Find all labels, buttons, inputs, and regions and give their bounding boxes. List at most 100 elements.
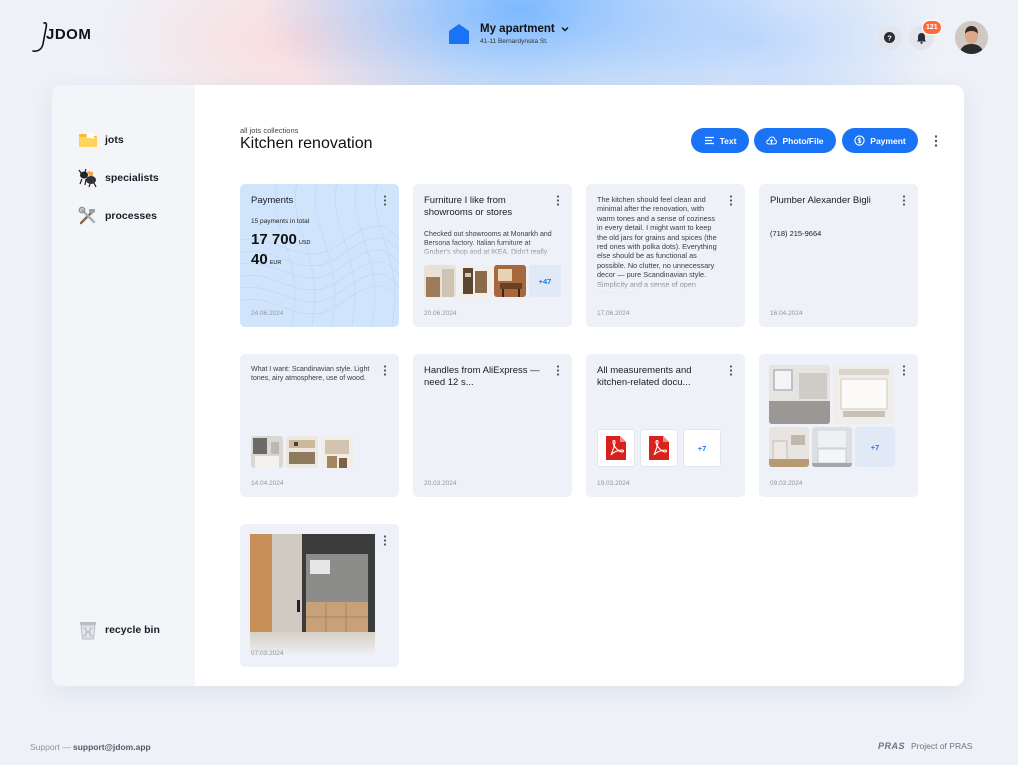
- card-menu-icon[interactable]: [729, 195, 733, 206]
- contact-card[interactable]: Plumber Alexander Bigli (718) 215-9664 1…: [759, 184, 918, 327]
- sidebar-item-recycle-bin[interactable]: recycle bin: [78, 620, 160, 640]
- payments-count: 15 payments in total: [251, 218, 310, 225]
- thumbnail-image[interactable]: [251, 436, 283, 468]
- card-text: What I want: Scandinavian style. Light t…: [251, 366, 370, 383]
- thumbnail-row: +47: [424, 265, 561, 297]
- card-menu-icon[interactable]: [902, 195, 906, 206]
- photo-card[interactable]: 07.03.2024: [240, 524, 399, 667]
- thumbnail-image[interactable]: [812, 427, 852, 467]
- thumbnail-row: [251, 436, 356, 468]
- add-photo-file-label: Photo/File: [782, 135, 824, 146]
- pdf-file[interactable]: [640, 429, 678, 467]
- card-menu-icon[interactable]: [383, 535, 387, 546]
- thumbnail-image[interactable]: [769, 427, 809, 467]
- card-date: 17.06.2024: [597, 310, 630, 317]
- sidebar-item-label: recycle bin: [105, 624, 160, 636]
- files-card[interactable]: All measurements and kitchen-related doc…: [586, 354, 745, 497]
- main-panel: jots specialists processes recycle bin a…: [52, 85, 964, 686]
- support-email-link[interactable]: support@jdom.app: [73, 742, 151, 752]
- jot-card[interactable]: What I want: Scandinavian style. Light t…: [240, 354, 399, 497]
- gallery-card[interactable]: +7 09.03.2024: [759, 354, 918, 497]
- file-row: +7: [597, 429, 726, 467]
- card-menu-icon[interactable]: [383, 365, 387, 376]
- apartment-name: My apartment: [480, 23, 555, 35]
- pdf-icon: [649, 436, 669, 460]
- sidebar-item-label: jots: [105, 134, 124, 146]
- card-title: Handles from AliExpress — need 12 s...: [424, 365, 540, 388]
- notification-badge: 121: [922, 20, 942, 35]
- chevron-down-icon: [561, 27, 569, 32]
- add-text-button[interactable]: Text: [691, 128, 749, 153]
- more-images-count[interactable]: +7: [855, 427, 895, 467]
- card-menu-icon[interactable]: [729, 365, 733, 376]
- ant-icon: [78, 168, 97, 188]
- project-of-pras: Project of PRAS: [911, 741, 973, 751]
- jdom-logo[interactable]: JDOM: [30, 20, 91, 54]
- pdf-file[interactable]: [597, 429, 635, 467]
- card-title: Payments: [251, 195, 294, 206]
- card-menu-icon[interactable]: [556, 195, 560, 206]
- thumbnail-image[interactable]: [286, 436, 318, 468]
- more-images-count[interactable]: +47: [529, 265, 561, 297]
- currency: USD: [298, 240, 311, 246]
- breadcrumb[interactable]: all jots collections: [240, 126, 298, 135]
- house-icon: [449, 24, 469, 44]
- question-icon: ?: [884, 32, 895, 43]
- support-prefix: Support —: [30, 742, 73, 752]
- contact-phone[interactable]: (718) 215-9664: [770, 229, 898, 238]
- card-date: 20.03.2024: [424, 480, 457, 487]
- support-info: Support — support@jdom.app: [30, 742, 151, 752]
- card-title: Furniture I like from showrooms or store…: [424, 195, 513, 218]
- content-area: all jots collections Kitchen renovation …: [195, 85, 964, 686]
- more-files-count[interactable]: +7: [683, 429, 721, 467]
- thumbnail-image[interactable]: [459, 265, 491, 297]
- thumbnail-image[interactable]: [494, 265, 526, 297]
- page-title: Kitchen renovation: [240, 135, 373, 152]
- gallery-image-large[interactable]: [833, 365, 894, 424]
- card-menu-icon[interactable]: [902, 365, 906, 376]
- thumbnail-image[interactable]: [321, 436, 353, 468]
- pras-credit[interactable]: PRAS Project of PRAS: [878, 741, 972, 751]
- trash-icon: [80, 622, 96, 640]
- add-payment-label: Payment: [870, 135, 906, 146]
- tools-icon: [78, 206, 96, 225]
- jot-card[interactable]: Furniture I like from showrooms or store…: [413, 184, 572, 327]
- svg-text:?: ?: [887, 33, 892, 42]
- apartment-selector[interactable]: My apartment 41-11 Bernardynska St.: [448, 23, 569, 45]
- cloud-upload-icon: [766, 136, 778, 145]
- card-date: 16.04.2024: [770, 310, 803, 317]
- card-menu-icon[interactable]: [556, 365, 560, 376]
- folder-icon: [79, 132, 97, 147]
- avatar[interactable]: [955, 21, 988, 54]
- payment-amount-usd: 17 700 USD: [251, 231, 311, 248]
- pdf-icon: [606, 436, 626, 460]
- payments-card[interactable]: Payments 15 payments in total 17 700 USD …: [240, 184, 399, 327]
- card-menu-icon[interactable]: [383, 195, 387, 206]
- card-date: 20.06.2024: [424, 310, 457, 317]
- user-photo: [955, 21, 988, 54]
- add-payment-button[interactable]: Payment: [842, 128, 918, 153]
- card-date: 24.06.2024: [251, 310, 284, 317]
- pras-logo: PRAS: [878, 741, 906, 751]
- sidebar-item-jots[interactable]: jots: [78, 130, 124, 150]
- thumbnail-image[interactable]: [424, 265, 456, 297]
- thumbnail-row: +7: [769, 427, 895, 467]
- card-date: 09.03.2024: [770, 480, 803, 487]
- sidebar-item-processes[interactable]: processes: [78, 206, 157, 226]
- help-button[interactable]: ?: [877, 25, 902, 50]
- more-options-icon[interactable]: [933, 134, 939, 148]
- jot-card[interactable]: The kitchen should feel clean and minima…: [586, 184, 745, 327]
- card-date: 19.03.2024: [597, 480, 630, 487]
- text-fade: [586, 276, 745, 294]
- add-photo-file-button[interactable]: Photo/File: [754, 128, 836, 153]
- sidebar: jots specialists processes recycle bin: [52, 85, 195, 686]
- apartment-address: 41-11 Bernardynska St.: [480, 38, 548, 45]
- text-lines-icon: [704, 136, 714, 145]
- kitchen-photo[interactable]: [250, 534, 375, 656]
- card-title: Plumber Alexander Bigli: [770, 195, 871, 206]
- currency: EUR: [269, 260, 282, 266]
- add-text-label: Text: [719, 135, 737, 146]
- gallery-image-large[interactable]: [769, 365, 830, 424]
- jot-card[interactable]: Handles from AliExpress — need 12 s... 2…: [413, 354, 572, 497]
- sidebar-item-specialists[interactable]: specialists: [78, 168, 159, 188]
